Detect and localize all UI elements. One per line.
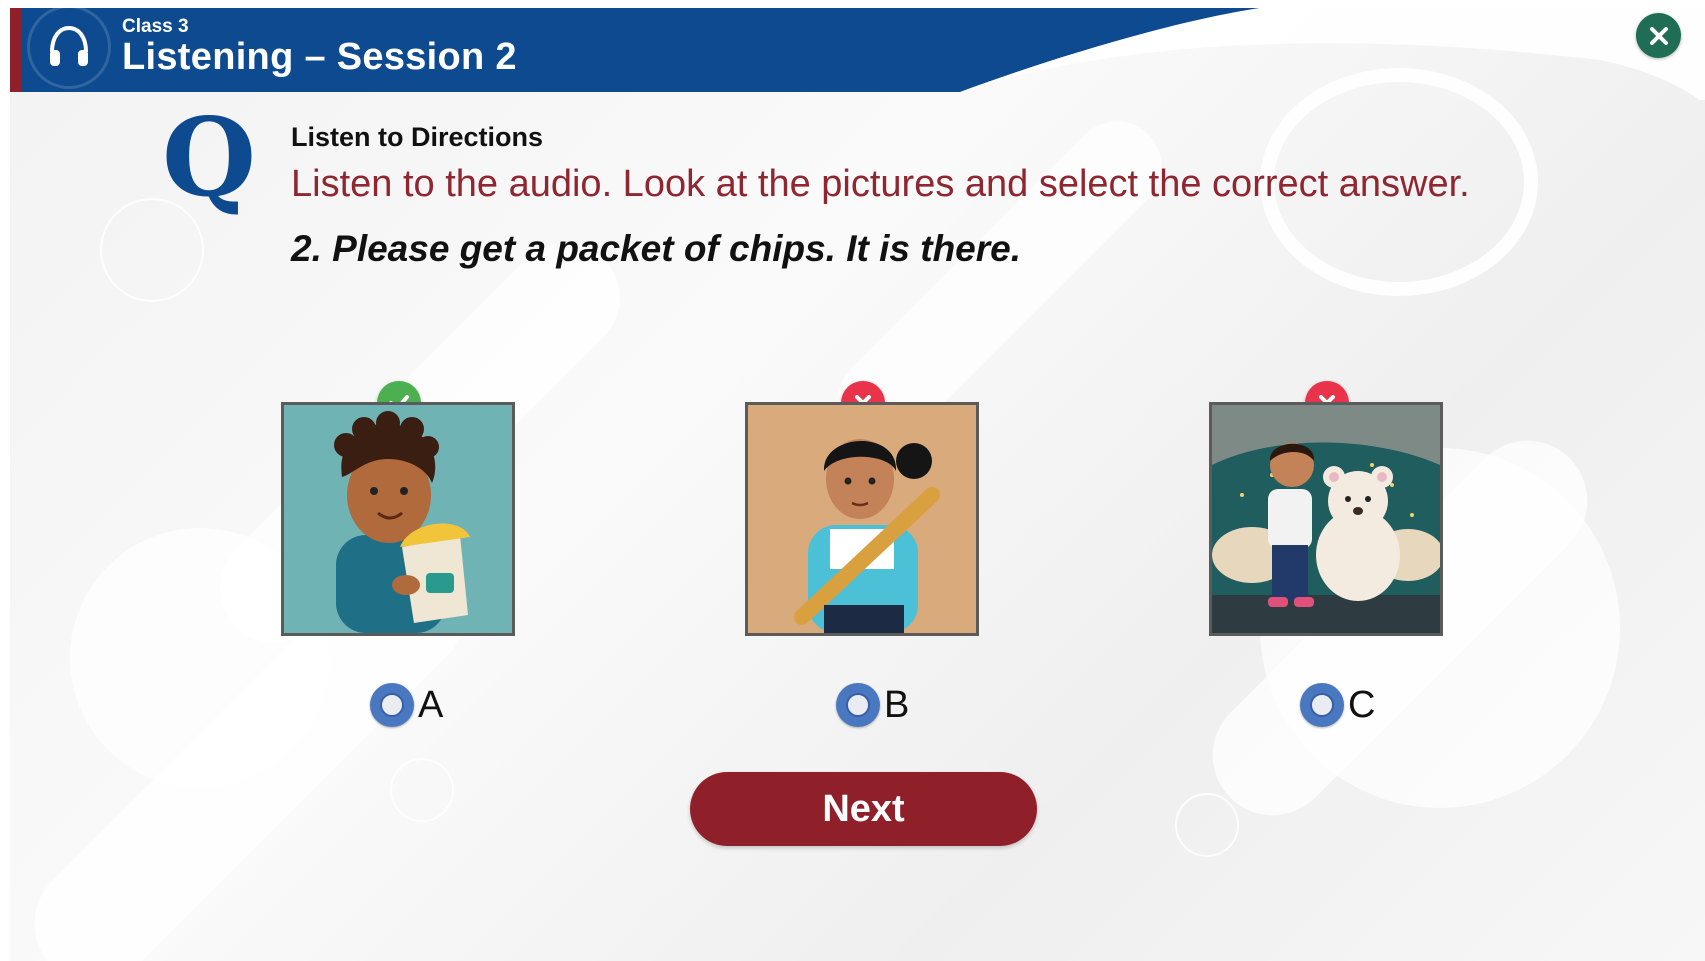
option-a-picture[interactable] bbox=[281, 402, 515, 636]
option-c-radio[interactable]: C bbox=[1300, 683, 1375, 727]
option-a-radio[interactable]: A bbox=[370, 683, 443, 727]
option-b-label: B bbox=[884, 683, 910, 726]
question-instruction: Listen to the audio. Look at the picture… bbox=[291, 163, 1470, 205]
headphones-icon bbox=[30, 8, 108, 86]
question-mark-letter: Q bbox=[162, 95, 257, 221]
option-b-radio[interactable]: B bbox=[836, 683, 909, 727]
next-button[interactable]: Next bbox=[690, 772, 1037, 846]
option-c-picture[interactable] bbox=[1209, 402, 1443, 636]
option-b-picture[interactable] bbox=[745, 402, 979, 636]
question-heading: Listen to Directions bbox=[291, 122, 544, 152]
close-button[interactable] bbox=[1636, 13, 1681, 58]
option-c-label: C bbox=[1348, 683, 1376, 726]
header-bar: Class 3 Listening – Session 2 bbox=[0, 0, 1705, 100]
background-shape bbox=[390, 758, 454, 822]
option-a-label: A bbox=[418, 683, 444, 726]
close-icon bbox=[1649, 26, 1668, 45]
question-text: 2. Please get a packet of chips. It is t… bbox=[291, 228, 1022, 269]
radio-button[interactable] bbox=[370, 683, 414, 727]
radio-button[interactable] bbox=[1300, 683, 1344, 727]
class-label: Class 3 bbox=[122, 16, 189, 37]
background-shape bbox=[1175, 793, 1239, 857]
session-title: Listening – Session 2 bbox=[122, 36, 517, 78]
radio-button[interactable] bbox=[836, 683, 880, 727]
